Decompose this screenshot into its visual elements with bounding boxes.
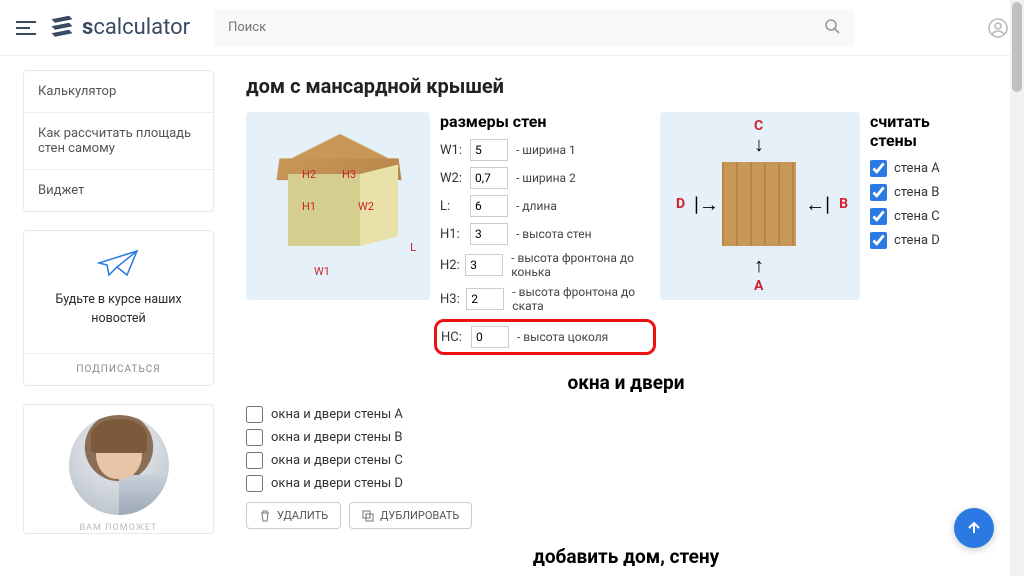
- arrow-up-icon: [966, 520, 982, 536]
- scroll-top-button[interactable]: [954, 508, 994, 548]
- input-w2[interactable]: [470, 167, 508, 189]
- dim-row: H2:- высота фронтона до конька: [440, 251, 650, 279]
- duplicate-button[interactable]: ДУБЛИРОВАТЬ: [349, 502, 472, 529]
- sidebar-item-howto[interactable]: Как рассчитать площадь стен самому: [24, 113, 213, 170]
- logo[interactable]: scalculator: [48, 14, 190, 42]
- paper-plane-icon: [34, 249, 203, 283]
- help-box: ВАМ ПОМОЖЕТ: [23, 404, 214, 534]
- dim-row: W1:- ширина 1: [440, 139, 650, 161]
- news-text: Будьте в курсе наших новостей: [34, 291, 203, 329]
- copy-icon: [362, 510, 374, 522]
- chk-wd-a[interactable]: окна и двери стены A: [246, 406, 1006, 423]
- subscribe-button[interactable]: ПОДПИСАТЬСЯ: [24, 353, 213, 385]
- menu-icon[interactable]: [12, 14, 40, 42]
- dimensions-panel: размеры стен W1:- ширина 1 W2:- ширина 2…: [440, 112, 650, 355]
- arrow-right-icon: |→: [694, 192, 719, 217]
- add-section-title: добавить дом, стену: [246, 545, 1006, 568]
- sidebar-item-widget[interactable]: Виджет: [24, 170, 213, 211]
- dim-row: H3:- высота фронтона до ската: [440, 285, 650, 313]
- search-icon[interactable]: [824, 18, 840, 38]
- scrollbar[interactable]: [1010, 0, 1024, 576]
- dim-row-highlighted: HC:- высота цоколя: [434, 319, 656, 355]
- walls-diagram: A B C D ↑ ↓ ←| |→: [660, 112, 860, 300]
- user-icon[interactable]: [984, 14, 1012, 42]
- arrow-left-icon: ←|: [805, 192, 830, 217]
- scroll-thumb[interactable]: [1012, 2, 1022, 92]
- sidebar: Калькулятор Как рассчитать площадь стен …: [0, 56, 228, 576]
- delete-button[interactable]: УДАЛИТЬ: [246, 502, 341, 529]
- input-h2[interactable]: [465, 254, 503, 276]
- dims-title: размеры стен: [440, 112, 650, 131]
- chk-wall-b[interactable]: стена B: [870, 184, 960, 201]
- nav-box: Калькулятор Как рассчитать площадь стен …: [23, 70, 214, 212]
- house-diagram: W1 L H1 H2 H3 W2: [246, 112, 430, 300]
- chk-wall-c[interactable]: стена C: [870, 208, 960, 225]
- news-box: Будьте в курсе наших новостей ПОДПИСАТЬС…: [23, 230, 214, 386]
- windows-doors-title: окна и двери: [246, 371, 1006, 394]
- walls-checks: считать стены стена A стена B стена C ст…: [870, 112, 960, 355]
- input-hc[interactable]: [471, 326, 509, 348]
- arrow-down-icon: ↓: [754, 132, 764, 157]
- main: дом с мансардной крышей W1 L H1 H2 H3 W2…: [228, 56, 1024, 576]
- dim-row: H1:- высота стен: [440, 223, 650, 245]
- logo-icon: [48, 14, 76, 42]
- chk-wd-c[interactable]: окна и двери стены C: [246, 452, 1006, 469]
- dim-row: W2:- ширина 2: [440, 167, 650, 189]
- dim-row: L:- длина: [440, 195, 650, 217]
- chk-wd-b[interactable]: окна и двери стены B: [246, 429, 1006, 446]
- input-h3[interactable]: [466, 288, 504, 310]
- input-w1[interactable]: [470, 139, 508, 161]
- input-h1[interactable]: [470, 223, 508, 245]
- help-tag: ВАМ ПОМОЖЕТ: [24, 523, 213, 533]
- chk-wall-d[interactable]: стена D: [870, 232, 960, 249]
- chk-wall-a[interactable]: стена A: [870, 160, 960, 177]
- chk-wd-d[interactable]: окна и двери стены D: [246, 475, 1006, 492]
- arrow-up-icon: ↑: [754, 253, 764, 278]
- search-box[interactable]: [214, 9, 854, 47]
- avatar: [69, 415, 169, 515]
- trash-icon: [259, 510, 271, 522]
- header: scalculator: [0, 0, 1024, 56]
- walls-title: считать стены: [870, 112, 960, 150]
- input-l[interactable]: [470, 195, 508, 217]
- sidebar-item-calc[interactable]: Калькулятор: [24, 71, 213, 113]
- page-title: дом с мансардной крышей: [246, 74, 1006, 98]
- search-input[interactable]: [228, 20, 824, 35]
